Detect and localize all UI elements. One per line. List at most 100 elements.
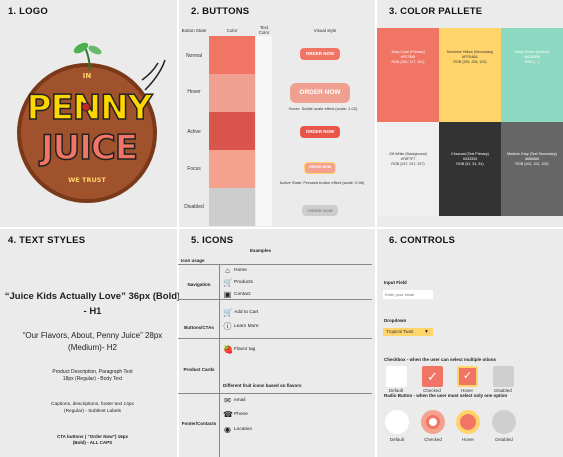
buttons-title: 2. BUTTONS	[191, 6, 250, 17]
icons-title: 5. ICONS	[191, 235, 234, 246]
header-visual-style: Visual style	[313, 28, 337, 33]
strawberry-icon: 🍓	[223, 345, 233, 354]
home-icon: ⌂	[225, 266, 230, 275]
order-now-button-focus[interactable]: ORDER NOW	[304, 162, 336, 174]
icon-row-home: ⌂ Home	[223, 266, 247, 275]
radio-state-disabled: Disabled	[495, 437, 513, 442]
text-style-h1: “Juice Kids Actually Love” 36px (Bold) -…	[4, 291, 181, 317]
swatch-charcoal: Charcoal (Text Primary) #333333 RGB (51,…	[439, 122, 501, 216]
logo-top-text: IN	[82, 72, 92, 80]
order-now-button-normal[interactable]: ORDER NOW	[300, 48, 340, 60]
icon-label-phone: Phone	[234, 412, 248, 417]
header-text-color: Text Color	[258, 25, 270, 35]
radio-dot	[429, 418, 437, 426]
logo-title: 1. LOGO	[8, 6, 48, 17]
phone-icon: ☎	[223, 410, 233, 419]
palette-title: 3. COLOR PALLETE	[389, 6, 483, 17]
examples-header: Examples	[250, 248, 272, 253]
icon-label-add-to-cart: Add to Cart	[234, 310, 259, 315]
divider	[178, 393, 372, 394]
radio-hover[interactable]	[456, 410, 480, 434]
active-note: Active State: Pressed button effect (sca…	[279, 180, 365, 185]
icon-label-products: Products	[234, 280, 253, 285]
dropdown-value: Tropical Twist	[386, 329, 414, 334]
state-disabled: Disabled	[184, 204, 204, 210]
logo-cherry-icon	[81, 102, 91, 112]
category-navigation: Navigation	[187, 282, 211, 287]
fruit-icons-note: Different fruit icons based on flavors	[223, 383, 302, 388]
logo-bottom-text: WE TRUST	[68, 176, 106, 184]
add-to-cart-icon: 🛒	[223, 308, 233, 317]
check-icon: ✓	[462, 370, 473, 382]
radio-state-default: Default	[389, 437, 405, 442]
header-color: Color	[226, 28, 238, 33]
divider	[178, 338, 372, 339]
logo-panel: 1. LOGO IN PENNY JUICE WE TRUST	[0, 0, 177, 227]
location-icon: ◉	[224, 425, 231, 434]
category-product: Product Cards	[183, 367, 215, 372]
icon-label-email: email	[234, 398, 246, 403]
text-style-subtle: Captions, descriptions, footer text 14px…	[51, 402, 134, 414]
color-swatch-hover	[209, 74, 255, 112]
icon-row-learn-more: ⓘ Learn More	[223, 322, 259, 331]
order-now-button-disabled: ORDER NOW	[302, 205, 338, 216]
state-focus: Focus	[187, 166, 201, 172]
text-color-swatch	[256, 36, 272, 226]
hover-note: Hover: Subtle scale effect (scale: 1.02)	[288, 106, 358, 111]
radio-checked[interactable]	[421, 410, 445, 434]
radio-state-hover: Hover	[461, 437, 474, 442]
email-icon: ✉	[224, 396, 231, 405]
icon-label-learn-more: Learn More	[234, 324, 259, 329]
icon-label-flavor-tag: Flavor tag	[234, 347, 256, 352]
order-now-button-active[interactable]: ORDER NOW	[300, 126, 340, 138]
icon-label-contact: Contact	[234, 292, 251, 297]
input-field-label: Input Field	[384, 280, 407, 285]
state-hover: Hover	[187, 89, 201, 95]
dropdown-label: Dropdown	[384, 318, 407, 323]
swatch-sunshine-yellow: Sunshine Yellow (Secondary) #FFD46A RGB …	[439, 28, 501, 122]
icon-row-flavor-tag: 🍓 Flavor tag	[223, 345, 255, 354]
state-active: Active	[187, 129, 201, 135]
swatch-juicy-coral: Juicy Coral (Primary) #F07565 RGB (240, …	[377, 28, 439, 122]
swatch-minty-green: Minty Green (Accent) #8DD6BB RGB (...)	[501, 28, 563, 122]
checkbox-label: Checkbox - when the user can select mult…	[384, 357, 497, 362]
logo-sprout-icon	[73, 42, 102, 70]
radio-disabled	[492, 410, 516, 434]
flavor-dropdown[interactable]: Tropical Twist ▼	[383, 328, 433, 336]
checkbox-checked[interactable]: ✓	[422, 366, 443, 387]
color-swatch-normal	[209, 36, 255, 74]
checkbox-default[interactable]	[386, 366, 407, 387]
radio-default[interactable]	[385, 410, 409, 434]
icon-row-phone: ☎ Phone	[223, 410, 248, 419]
icon-usage-header: Icon usage	[181, 258, 205, 263]
icon-row-products: 🛒 Products	[223, 278, 253, 287]
header-button-state: Button State	[181, 28, 207, 33]
color-swatch-active	[209, 112, 255, 150]
order-now-button-hover[interactable]: ORDER NOW	[290, 83, 350, 103]
checkbox-hover[interactable]: ✓	[457, 366, 478, 387]
icon-label-home: Home	[234, 268, 247, 273]
checkbox-disabled	[493, 366, 514, 387]
email-input[interactable]	[383, 290, 433, 299]
text-styles-title: 4. TEXT STYLES	[8, 235, 86, 246]
swatch-medium-gray: Medium Gray (Text Secondary) #666666 RGB…	[501, 122, 563, 216]
radio-state-checked: Checked	[424, 437, 442, 442]
category-buttons: Buttons/CTAs	[184, 325, 214, 330]
info-icon: ⓘ	[223, 322, 232, 331]
contact-card-icon: ▣	[223, 290, 232, 299]
category-footer: Footer/Contacts	[181, 421, 217, 426]
radio-label: Radio Button - when the user must select…	[384, 393, 508, 398]
state-normal: Normal	[185, 53, 203, 59]
icon-label-location: Location	[234, 427, 253, 432]
swatch-off-white: Off-White (Background) #F8F7F7 RGB (247,…	[377, 122, 439, 216]
text-style-h2: “Our Flavors, About, Penny Juice” 28px (…	[22, 331, 163, 352]
color-swatch-disabled	[209, 188, 255, 226]
text-style-cta: CTA buttons ( “Order Now”) 16px (Bold) -…	[56, 434, 128, 446]
column-divider	[219, 264, 220, 457]
divider	[178, 299, 372, 300]
icon-row-location: ◉ Location	[223, 425, 252, 434]
icon-row-email: ✉ email	[223, 396, 245, 405]
controls-title: 6. CONTROLS	[389, 235, 456, 246]
cart-icon: 🛒	[223, 278, 233, 287]
logo-wordmark-line2: JUICE	[40, 127, 139, 169]
